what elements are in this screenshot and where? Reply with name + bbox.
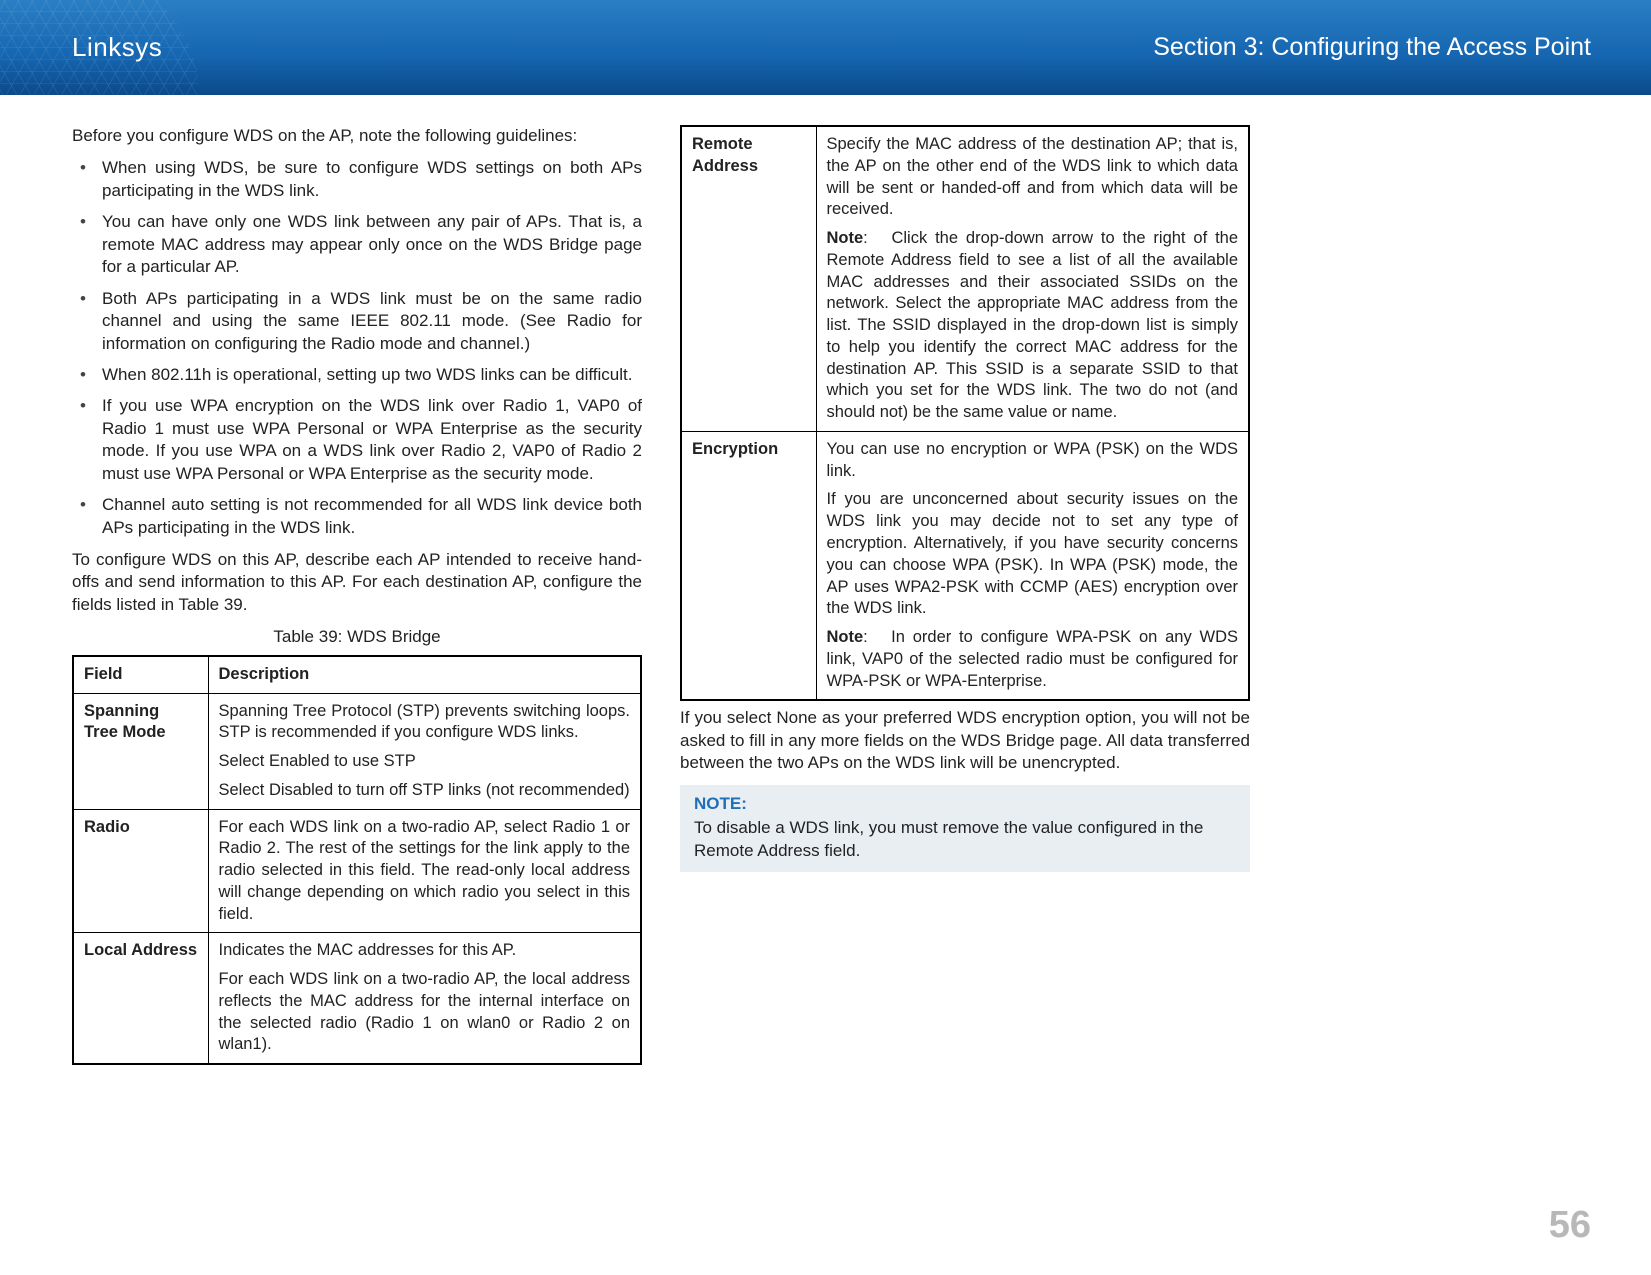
- table-caption: Table 39: WDS Bridge: [72, 626, 642, 648]
- note-box: NOTE: To disable a WDS link, you must re…: [680, 785, 1250, 872]
- page-number: 56: [1549, 1204, 1591, 1247]
- th-field: Field: [73, 656, 208, 693]
- desc-text: If you are unconcerned about security is…: [827, 489, 1239, 620]
- intro-text: Before you configure WDS on the AP, note…: [72, 125, 642, 147]
- cell-desc: Spanning Tree Protocol (STP) prevents sw…: [208, 693, 641, 809]
- desc-text: Spanning Tree Protocol (STP) prevents sw…: [219, 701, 631, 745]
- cell-desc: For each WDS link on a two-radio AP, sel…: [208, 809, 641, 933]
- list-item: If you use WPA encryption on the WDS lin…: [72, 395, 642, 485]
- th-desc: Description: [208, 656, 641, 693]
- cell-desc: You can use no encryption or WPA (PSK) o…: [816, 431, 1249, 700]
- cell-field: Spanning Tree Mode: [73, 693, 208, 809]
- list-item: When using WDS, be sure to configure WDS…: [72, 157, 642, 202]
- cell-desc: Indicates the MAC addresses for this AP.…: [208, 933, 641, 1064]
- cell-field: Encryption: [681, 431, 816, 700]
- desc-text: Select Enabled to use STP: [219, 751, 631, 773]
- table-row: Encryption You can use no encryption or …: [681, 431, 1249, 700]
- note-box-body: To disable a WDS link, you must remove t…: [694, 817, 1236, 862]
- desc-text: For each WDS link on a two-radio AP, the…: [219, 969, 631, 1056]
- table-row: Radio For each WDS link on a two-radio A…: [73, 809, 641, 933]
- desc-note: Note: In order to configure WPA-PSK on a…: [827, 627, 1239, 692]
- after-table-paragraph: If you select None as your preferred WDS…: [680, 707, 1250, 774]
- guidelines-list: When using WDS, be sure to configure WDS…: [72, 157, 642, 539]
- cell-field: Radio: [73, 809, 208, 933]
- brand-text: Linksys: [72, 32, 162, 63]
- page-header: Linksys Section 3: Configuring the Acces…: [0, 0, 1651, 95]
- cell-desc: Specify the MAC address of the destinati…: [816, 126, 1249, 431]
- desc-text: Specify the MAC address of the destinati…: [827, 134, 1239, 221]
- desc-text: For each WDS link on a two-radio AP, sel…: [219, 817, 631, 926]
- cell-field: Local Address: [73, 933, 208, 1064]
- note-label: Note: [827, 628, 864, 646]
- table-row: Remote Address Specify the MAC address o…: [681, 126, 1249, 431]
- desc-text: Indicates the MAC addresses for this AP.: [219, 940, 631, 962]
- list-item: When 802.11h is operational, setting up …: [72, 364, 642, 386]
- wds-table-right: Remote Address Specify the MAC address o…: [680, 125, 1250, 701]
- note-label: Note: [827, 229, 864, 247]
- configure-paragraph: To configure WDS on this AP, describe ea…: [72, 549, 642, 616]
- list-item: Channel auto setting is not recommended …: [72, 494, 642, 539]
- wds-table-left: Field Description Spanning Tree Mode Spa…: [72, 655, 642, 1065]
- right-column: Remote Address Specify the MAC address o…: [680, 125, 1250, 1065]
- section-title: Section 3: Configuring the Access Point: [1153, 33, 1591, 62]
- table-row: Spanning Tree Mode Spanning Tree Protoco…: [73, 693, 641, 809]
- page-body: Before you configure WDS on the AP, note…: [0, 95, 1651, 1065]
- note-text: In order to configure WPA-PSK on any WDS…: [827, 628, 1239, 690]
- left-column: Before you configure WDS on the AP, note…: [72, 125, 642, 1065]
- desc-text: You can use no encryption or WPA (PSK) o…: [827, 439, 1239, 483]
- note-text: Click the drop-down arrow to the right o…: [827, 229, 1239, 421]
- desc-note: Note: Click the drop-down arrow to the r…: [827, 228, 1239, 424]
- desc-text: Select Disabled to turn off STP links (n…: [219, 780, 631, 802]
- list-item: You can have only one WDS link between a…: [72, 211, 642, 278]
- table-row: Local Address Indicates the MAC addresse…: [73, 933, 641, 1064]
- note-box-head: NOTE:: [694, 793, 1236, 815]
- list-item: Both APs participating in a WDS link mus…: [72, 288, 642, 355]
- table-header-row: Field Description: [73, 656, 641, 693]
- cell-field: Remote Address: [681, 126, 816, 431]
